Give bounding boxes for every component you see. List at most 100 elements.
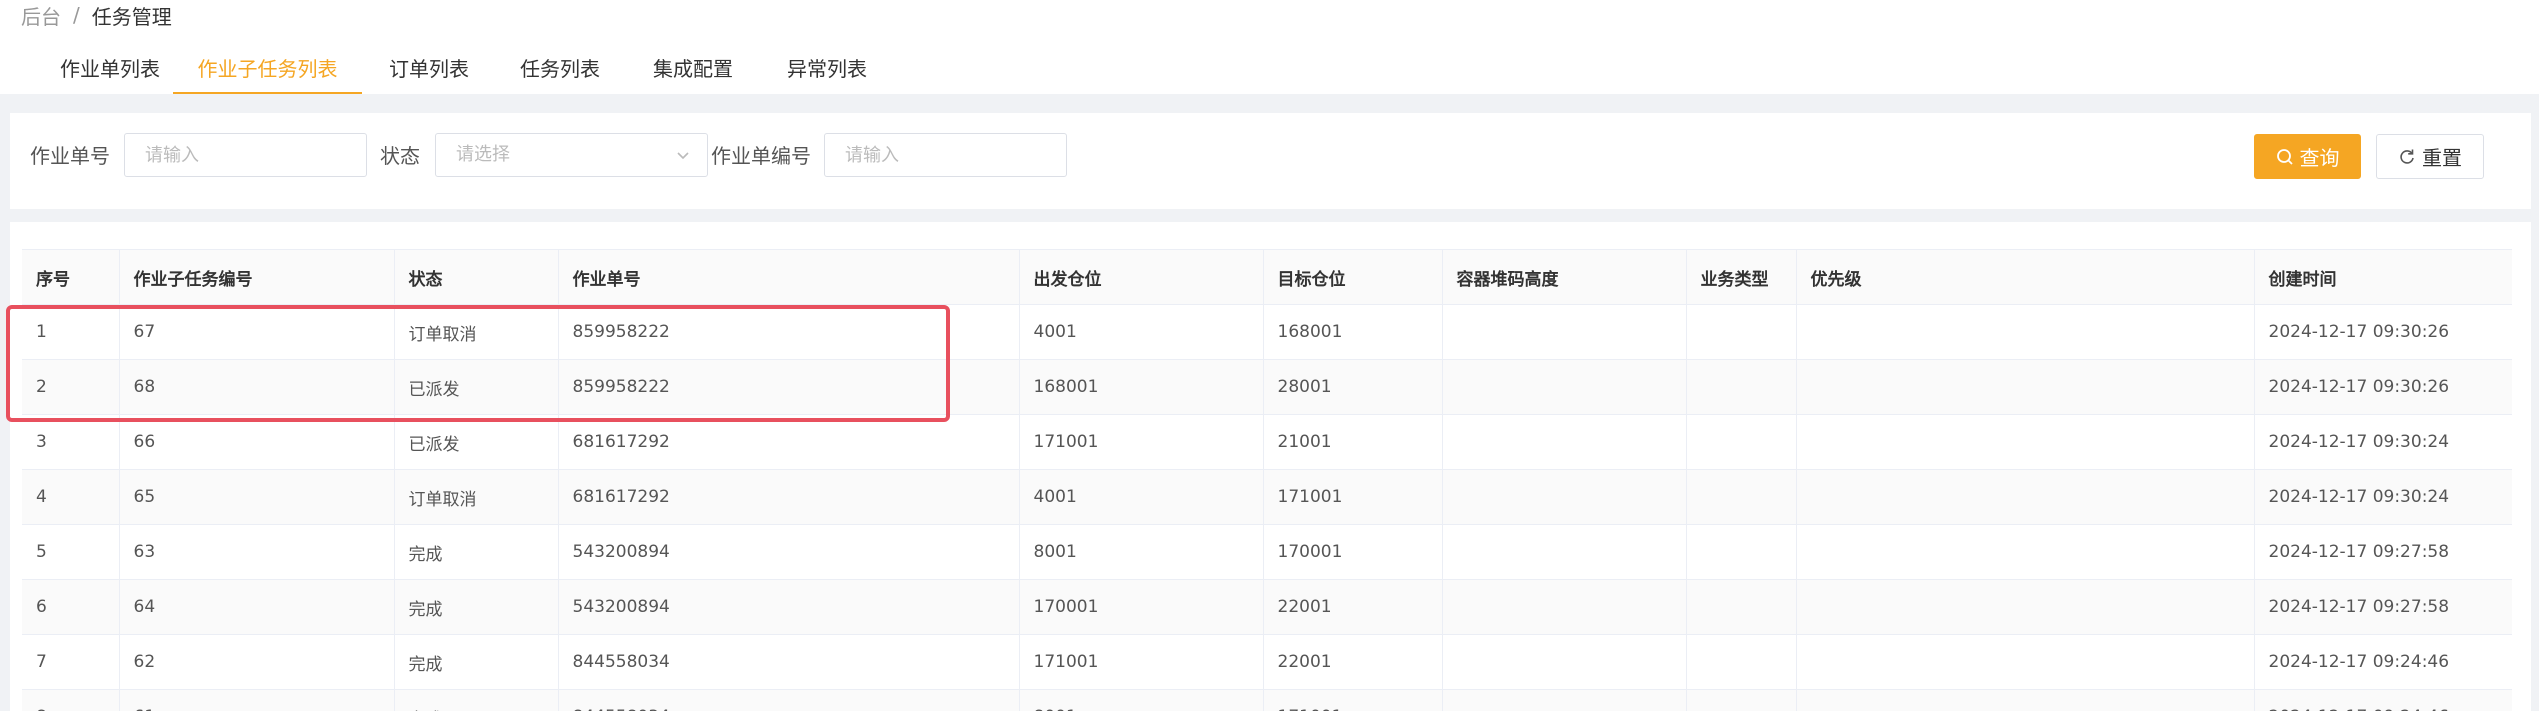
cell-from-location: 8001 xyxy=(1019,689,1264,711)
cell-priority xyxy=(1796,689,2255,711)
table-row[interactable]: 7 62 完成 844558034 171001 22001 2024-12-17 09:2… xyxy=(22,634,2512,690)
table-header-row: 序号 作业子任务编号 状态 作业单号 出发仓位 目标仓位 容器堆码高度 业务类型… xyxy=(22,249,2512,305)
tab-integration-config[interactable]: 集成配置 xyxy=(645,40,741,94)
cell-stack-height xyxy=(1442,469,1687,525)
page-header: 后台 / 任务管理 作业单列表 作业子任务列表 订单列表 任务列表 集成配置 异… xyxy=(0,0,2539,94)
table-row[interactable]: 3 66 已派发 681617292 171001 21001 2024-12-17 09:… xyxy=(22,414,2512,470)
column-header-created-time: 创建时间 xyxy=(2254,249,2512,305)
cell-index: 8 xyxy=(22,689,120,711)
cell-priority xyxy=(1796,414,2255,470)
cell-business-type xyxy=(1686,414,1797,470)
tab-task-list[interactable]: 任务列表 xyxy=(512,40,608,94)
cell-created-time: 2024-12-17 09:24:46 xyxy=(2254,689,2512,711)
cell-job-no: 543200894 xyxy=(558,579,1020,635)
cell-created-time: 2024-12-17 09:27:58 xyxy=(2254,524,2512,580)
cell-subtask-no: 61 xyxy=(119,689,395,711)
cell-created-time: 2024-12-17 09:24:46 xyxy=(2254,634,2512,690)
cell-priority xyxy=(1796,524,2255,580)
cell-index: 5 xyxy=(22,524,120,580)
breadcrumb: 后台 / 任务管理 xyxy=(21,0,172,30)
cell-priority xyxy=(1796,469,2255,525)
breadcrumb-root[interactable]: 后台 xyxy=(21,1,61,30)
column-header-subtask-no: 作业子任务编号 xyxy=(119,249,395,305)
cell-priority xyxy=(1796,359,2255,415)
cell-index: 3 xyxy=(22,414,120,470)
cell-status: 完成 xyxy=(394,634,559,690)
cell-created-time: 2024-12-17 09:27:58 xyxy=(2254,579,2512,635)
status-label: 状态 xyxy=(380,144,420,168)
cell-priority xyxy=(1796,304,2255,360)
cell-stack-height xyxy=(1442,579,1687,635)
subtask-table: 序号 作业子任务编号 状态 作业单号 出发仓位 目标仓位 容器堆码高度 业务类型… xyxy=(22,249,2512,711)
cell-to-location: 22001 xyxy=(1263,634,1443,690)
cell-index: 7 xyxy=(22,634,120,690)
tab-job-subtask-list[interactable]: 作业子任务列表 xyxy=(173,40,362,94)
tab-exception-list[interactable]: 异常列表 xyxy=(779,40,875,94)
cell-status: 订单取消 xyxy=(394,304,559,360)
table-row[interactable]: 1 67 订单取消 859958222 4001 168001 2024-12-17 09:… xyxy=(22,304,2512,360)
cell-status: 已派发 xyxy=(394,359,559,415)
table-row[interactable]: 5 63 完成 543200894 8001 170001 2024-12-17 09:27… xyxy=(22,524,2512,580)
search-button[interactable]: 查询 xyxy=(2254,134,2361,179)
cell-priority xyxy=(1796,634,2255,690)
tab-order-list[interactable]: 订单列表 xyxy=(377,40,481,94)
search-icon xyxy=(2276,148,2293,165)
tab-job-list[interactable]: 作业单列表 xyxy=(30,40,190,94)
cell-job-no: 681617292 xyxy=(558,469,1020,525)
cell-subtask-no: 64 xyxy=(119,579,395,635)
column-header-stack-height: 容器堆码高度 xyxy=(1442,249,1687,305)
cell-created-time: 2024-12-17 09:30:26 xyxy=(2254,359,2512,415)
cell-created-time: 2024-12-17 09:30:24 xyxy=(2254,414,2512,470)
cell-job-no: 681617292 xyxy=(558,414,1020,470)
table-row[interactable]: 2 68 已派发 859958222 168001 28001 2024-12-17 09:… xyxy=(22,359,2512,415)
cell-stack-height xyxy=(1442,634,1687,690)
cell-business-type xyxy=(1686,579,1797,635)
reset-button-label: 重置 xyxy=(2422,146,2462,170)
table-panel: 序号 作业子任务编号 状态 作业单号 出发仓位 目标仓位 容器堆码高度 业务类型… xyxy=(10,222,2531,711)
cell-status: 完成 xyxy=(394,579,559,635)
job-code-input[interactable] xyxy=(824,133,1067,177)
cell-to-location: 22001 xyxy=(1263,579,1443,635)
table-row[interactable]: 861完成8445580348001171001 2024-12-17 09:24… xyxy=(22,689,2512,711)
cell-from-location: 4001 xyxy=(1019,304,1264,360)
breadcrumb-separator: / xyxy=(73,3,80,27)
cell-subtask-no: 63 xyxy=(119,524,395,580)
cell-stack-height xyxy=(1442,414,1687,470)
cell-business-type xyxy=(1686,469,1797,525)
cell-business-type xyxy=(1686,304,1797,360)
search-button-label: 查询 xyxy=(2299,146,2340,170)
reset-button[interactable]: 重置 xyxy=(2376,134,2484,179)
cell-stack-height xyxy=(1442,689,1687,711)
chevron-down-icon xyxy=(677,152,689,160)
breadcrumb-current: 任务管理 xyxy=(91,4,172,29)
cell-job-no: 844558034 xyxy=(558,689,1020,711)
job-code-label: 作业单编号 xyxy=(711,144,811,168)
cell-from-location: 171001 xyxy=(1019,634,1264,690)
cell-from-location: 171001 xyxy=(1019,414,1264,470)
column-header-job-no: 作业单号 xyxy=(558,249,1020,305)
cell-from-location: 4001 xyxy=(1019,469,1264,525)
table-row[interactable]: 4 65 订单取消 681617292 4001 171001 2024-12-17 09:… xyxy=(22,469,2512,525)
status-select-placeholder: 请选择 xyxy=(456,144,510,165)
cell-index: 1 xyxy=(22,304,120,360)
cell-subtask-no: 68 xyxy=(119,359,395,415)
cell-from-location: 8001 xyxy=(1019,524,1264,580)
cell-from-location: 168001 xyxy=(1019,359,1264,415)
cell-created-time: 2024-12-17 09:30:26 xyxy=(2254,304,2512,360)
refresh-icon xyxy=(2400,149,2414,164)
cell-business-type xyxy=(1686,634,1797,690)
cell-to-location: 171001 xyxy=(1263,689,1443,711)
table-body: 1 67 订单取消 859958222 4001 168001 2024-12-17 09:… xyxy=(22,304,2512,711)
cell-index: 2 xyxy=(22,359,120,415)
cell-stack-height xyxy=(1442,304,1687,360)
cell-status: 完成 xyxy=(394,689,559,711)
cell-stack-height xyxy=(1442,359,1687,415)
column-header-status: 状态 xyxy=(394,249,559,305)
table-row[interactable]: 6 64 完成 543200894 170001 22001 2024-12-17 09:2… xyxy=(22,579,2512,635)
job-no-input[interactable] xyxy=(124,133,367,177)
cell-created-time: 2024-12-17 09:30:24 xyxy=(2254,469,2512,525)
cell-to-location: 171001 xyxy=(1263,469,1443,525)
column-header-from-location: 出发仓位 xyxy=(1019,249,1264,305)
status-select[interactable]: 请选择 xyxy=(435,133,708,177)
cell-from-location: 170001 xyxy=(1019,579,1264,635)
